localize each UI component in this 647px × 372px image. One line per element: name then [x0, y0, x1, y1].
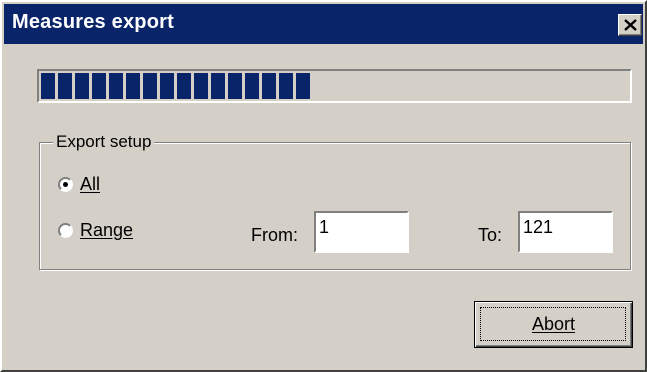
- measures-export-dialog: Measures export Export setup All Range F…: [0, 0, 647, 372]
- range-radio-label[interactable]: Range: [80, 220, 133, 241]
- close-icon: [624, 19, 637, 31]
- close-button[interactable]: [618, 14, 642, 36]
- progress-block: [41, 73, 55, 99]
- progress-block: [279, 73, 293, 99]
- range-radio[interactable]: [58, 223, 73, 238]
- window-title: Measures export: [12, 11, 174, 33]
- abort-button-label: Abort: [531, 314, 576, 334]
- progress-block: [245, 73, 259, 99]
- progress-block: [109, 73, 123, 99]
- export-setup-label: Export setup: [53, 132, 155, 152]
- progress-block: [92, 73, 106, 99]
- all-radio[interactable]: [58, 177, 73, 192]
- all-radio-label[interactable]: All: [80, 174, 100, 195]
- progress-block: [160, 73, 174, 99]
- progress-block: [228, 73, 242, 99]
- progress-block: [58, 73, 72, 99]
- title-bar[interactable]: Measures export: [4, 4, 643, 44]
- radio-selected-dot: [63, 182, 68, 187]
- progress-block: [143, 73, 157, 99]
- from-label: From:: [251, 225, 298, 245]
- progress-block: [177, 73, 191, 99]
- progress-block: [126, 73, 140, 99]
- from-input[interactable]: 1: [314, 211, 409, 253]
- progress-block: [262, 73, 276, 99]
- progress-fill: [41, 73, 310, 99]
- progress-block: [194, 73, 208, 99]
- progress-block: [75, 73, 89, 99]
- progress-block: [296, 73, 310, 99]
- to-label: To:: [478, 225, 503, 245]
- progress-block: [211, 73, 225, 99]
- export-progress-bar: [37, 69, 632, 103]
- to-input[interactable]: 121: [518, 211, 613, 253]
- abort-button[interactable]: Abort: [474, 301, 633, 348]
